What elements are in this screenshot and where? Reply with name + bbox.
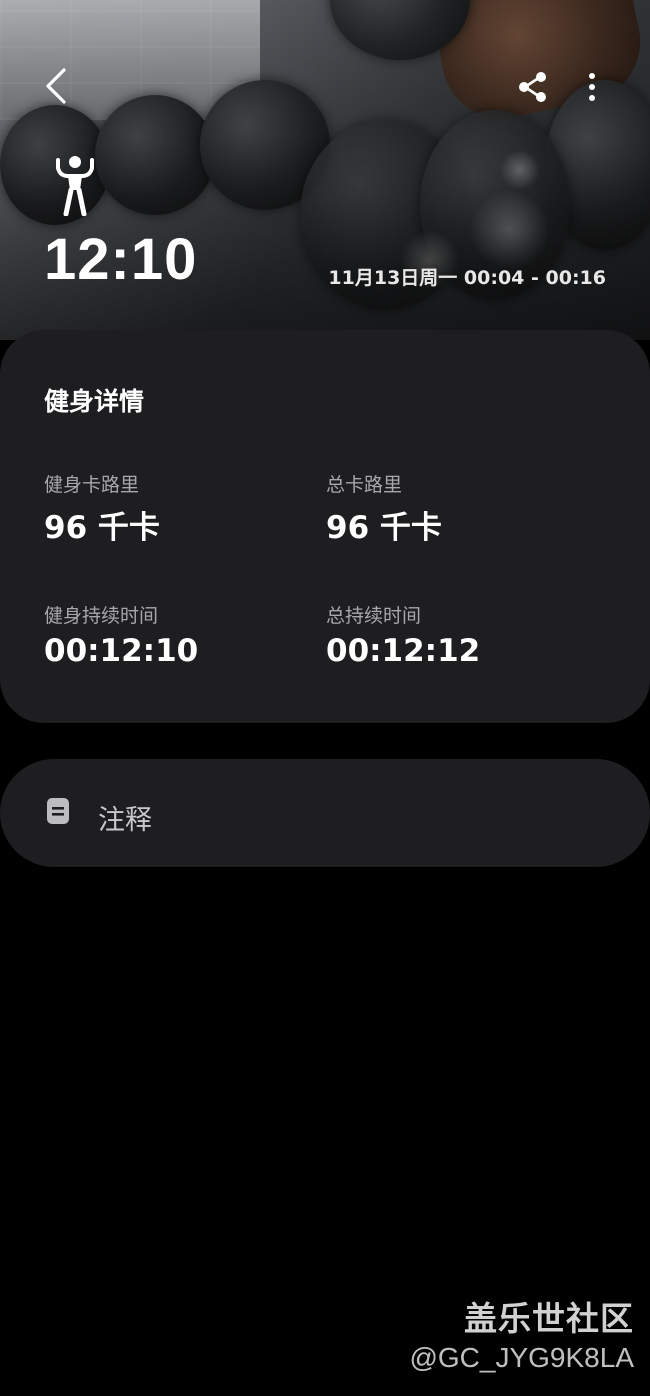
details-title: 健身详情 [44,387,145,416]
workout-duration-value: 00:12:10 [44,633,199,669]
workout-duration: 12:10 [44,227,198,292]
workout-type [54,154,96,217]
total-calories-value: 96 千卡 [326,510,442,546]
share-button[interactable] [516,70,550,104]
note-icon-wrap [46,797,70,825]
total-calories-label: 总卡路里 [326,474,403,496]
share-icon [519,72,546,102]
workout-calories-label: 健身卡路里 [44,474,140,496]
strength-workout-icon [56,156,94,217]
more-options-button[interactable] [580,70,604,104]
back-button[interactable] [40,66,76,106]
community-watermark: 盖乐世社区 [464,1299,634,1338]
total-duration-value: 00:12:12 [326,633,481,669]
chevron-left-icon [46,68,66,104]
user-handle-watermark: @GC_JYG9K8LA [409,1342,634,1373]
note-icon [47,798,69,824]
total-duration-label: 总持续时间 [326,605,422,627]
workout-calories-value: 96 千卡 [44,510,160,546]
more-vertical-icon [589,73,595,101]
workout-date-range: 11月13日周一 00:04 - 00:16 [328,267,606,289]
notes-label: 注释 [98,805,152,836]
workout-duration-label: 健身持续时间 [44,605,159,627]
